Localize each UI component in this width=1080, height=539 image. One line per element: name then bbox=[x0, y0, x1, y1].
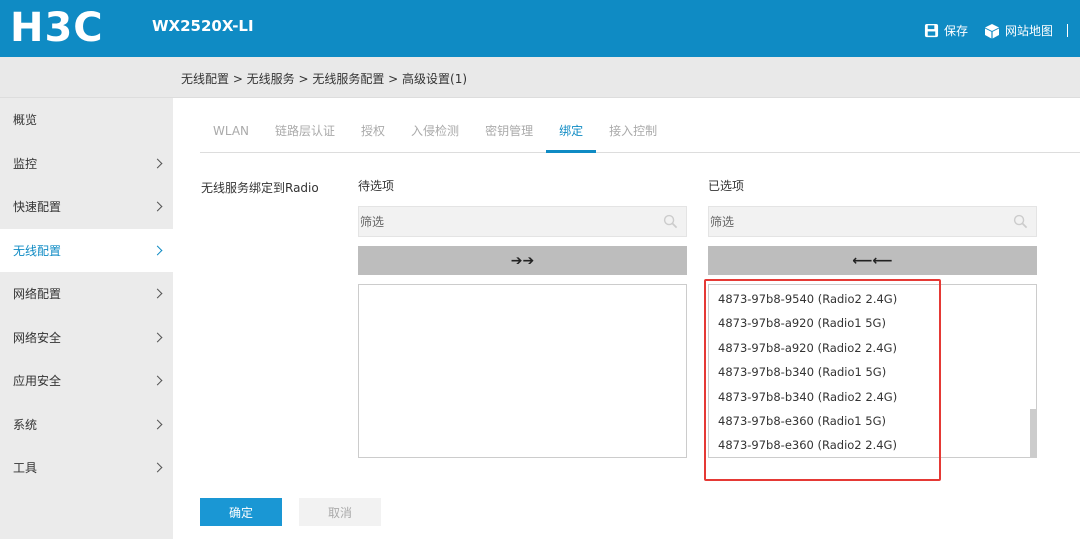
header-actions: 保存 网站地图 bbox=[908, 22, 1068, 39]
chevron-right-icon bbox=[152, 332, 163, 343]
available-items bbox=[359, 285, 686, 287]
selected-title: 已选项 bbox=[708, 179, 745, 193]
sidebar-item-label: 网络安全 bbox=[13, 330, 62, 345]
sidebar-item-network-config[interactable]: 网络配置 bbox=[0, 272, 173, 316]
available-title: 待选项 bbox=[358, 179, 395, 193]
tab-binding[interactable]: 绑定 bbox=[546, 118, 597, 153]
ok-button[interactable]: 确定 bbox=[200, 498, 282, 526]
double-arrow-left-icon: ⟵⟵ bbox=[852, 252, 893, 269]
h3c-logo: H3C bbox=[10, 5, 104, 51]
search-icon bbox=[663, 214, 678, 229]
chevron-right-icon bbox=[152, 462, 163, 473]
save-icon bbox=[924, 23, 939, 38]
chevron-right-icon bbox=[152, 375, 163, 386]
selected-filter bbox=[708, 206, 1037, 237]
sitemap-button[interactable]: 网站地图 bbox=[984, 22, 1053, 39]
tab-key-management[interactable]: 密钥管理 bbox=[472, 118, 546, 153]
sidebar-item-wireless-config[interactable]: 无线配置 bbox=[0, 228, 173, 272]
sidebar-item-label: 监控 bbox=[13, 156, 38, 171]
search-icon bbox=[1013, 214, 1028, 229]
tab-access-control[interactable]: 接入控制 bbox=[596, 118, 670, 153]
annotation-highlight-box bbox=[704, 279, 941, 481]
chevron-right-icon bbox=[152, 158, 163, 169]
chevron-right-icon bbox=[152, 419, 163, 430]
remove-all-button[interactable]: ⟵⟵ bbox=[708, 246, 1037, 275]
chevron-right-icon bbox=[152, 245, 163, 256]
available-filter-input[interactable] bbox=[360, 214, 663, 229]
sidebar: 概览 监控 快速配置 无线配置 网络配置 网络安全 应用安全 系统 工具 bbox=[0, 98, 173, 539]
chevron-right-icon bbox=[152, 288, 163, 299]
sidebar-item-label: 网络配置 bbox=[13, 287, 62, 302]
available-filter bbox=[358, 206, 687, 237]
sidebar-item-overview[interactable]: 概览 bbox=[0, 98, 173, 142]
tab-wlan[interactable]: WLAN bbox=[200, 118, 262, 153]
tab-link-auth[interactable]: 链路层认证 bbox=[262, 118, 348, 153]
sidebar-item-quick-config[interactable]: 快速配置 bbox=[0, 185, 173, 229]
header-divider bbox=[1067, 24, 1068, 37]
cube-icon bbox=[984, 23, 999, 38]
scrollbar-thumb[interactable] bbox=[1030, 409, 1036, 457]
breadcrumb: 无线配置 > 无线服务 > 无线服务配置 > 高级设置(1) bbox=[181, 72, 468, 86]
sidebar-item-label: 概览 bbox=[13, 113, 38, 128]
save-button[interactable]: 保存 bbox=[924, 22, 968, 39]
device-model: WX2520X-LI bbox=[152, 17, 254, 35]
tab-bar: WLAN 链路层认证 授权 入侵检测 密钥管理 绑定 接入控制 bbox=[200, 118, 1080, 153]
sidebar-item-label: 工具 bbox=[13, 461, 38, 476]
tab-intrusion-detection[interactable]: 入侵检测 bbox=[398, 118, 472, 153]
sitemap-label: 网站地图 bbox=[1004, 24, 1053, 38]
sidebar-item-label: 应用安全 bbox=[13, 374, 62, 389]
top-header: H3C WX2520X-LI 保存 网站地图 bbox=[0, 0, 1080, 57]
sidebar-item-app-security[interactable]: 应用安全 bbox=[0, 359, 173, 403]
sidebar-item-label: 快速配置 bbox=[13, 200, 62, 215]
cancel-button[interactable]: 取消 bbox=[299, 498, 381, 526]
add-all-button[interactable]: ➔➔ bbox=[358, 246, 687, 275]
selected-filter-input[interactable] bbox=[710, 214, 1013, 229]
save-label: 保存 bbox=[943, 24, 968, 38]
chevron-right-icon bbox=[152, 201, 163, 212]
sidebar-item-network-security[interactable]: 网络安全 bbox=[0, 316, 173, 360]
double-arrow-right-icon: ➔➔ bbox=[510, 252, 535, 269]
breadcrumb-bar: 无线配置 > 无线服务 > 无线服务配置 > 高级设置(1) bbox=[0, 57, 1080, 98]
binding-field-label: 无线服务绑定到Radio bbox=[201, 181, 319, 195]
sidebar-item-label: 无线配置 bbox=[13, 243, 62, 258]
tab-authorization[interactable]: 授权 bbox=[348, 118, 398, 153]
sidebar-item-tools[interactable]: 工具 bbox=[0, 446, 173, 490]
sidebar-item-monitor[interactable]: 监控 bbox=[0, 142, 173, 186]
sidebar-item-label: 系统 bbox=[13, 417, 38, 432]
sidebar-item-system[interactable]: 系统 bbox=[0, 403, 173, 447]
available-list[interactable] bbox=[358, 284, 687, 458]
